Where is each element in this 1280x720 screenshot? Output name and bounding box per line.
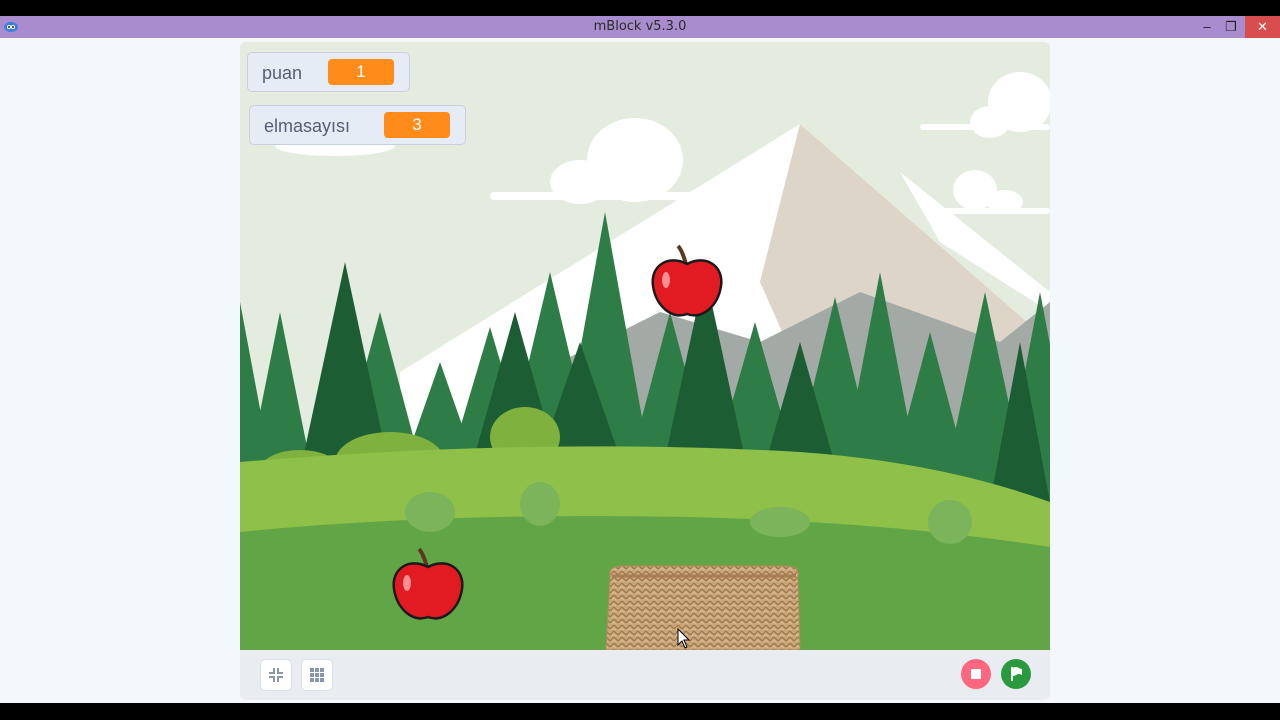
apple-sprite[interactable] <box>389 545 467 623</box>
grid-button[interactable] <box>301 659 333 691</box>
restore-button[interactable]: ❐ <box>1216 16 1246 38</box>
window-title: mBlock v5.3.0 <box>593 19 687 34</box>
monitor-label: puan <box>262 63 303 83</box>
close-button[interactable]: ✕ <box>1245 16 1280 38</box>
basket-sprite[interactable] <box>604 564 804 650</box>
apple-sprite[interactable] <box>648 242 726 320</box>
green-flag-icon <box>1011 667 1022 681</box>
title-bar: mBlock v5.3.0 – ❐ ✕ <box>0 16 1280 38</box>
grid-icon <box>310 668 324 682</box>
green-flag-button[interactable] <box>1001 659 1031 689</box>
stage-controls <box>240 650 1050 700</box>
small-stage-button[interactable] <box>260 659 292 691</box>
shrink-stage-icon <box>269 668 283 682</box>
variable-monitor-elmasayisi[interactable]: elmasayısı 3 <box>249 105 466 145</box>
monitor-label: elmasayısı <box>264 116 351 136</box>
screen-top-edge <box>0 0 1280 16</box>
mouse-cursor <box>677 628 691 649</box>
stop-icon <box>971 669 981 679</box>
monitor-value: 3 <box>384 112 450 138</box>
variable-monitor-puan[interactable]: puan 1 <box>247 52 410 92</box>
monitor-value: 1 <box>328 59 394 85</box>
screen-bottom-edge <box>0 703 1280 720</box>
stop-button[interactable] <box>961 659 991 689</box>
